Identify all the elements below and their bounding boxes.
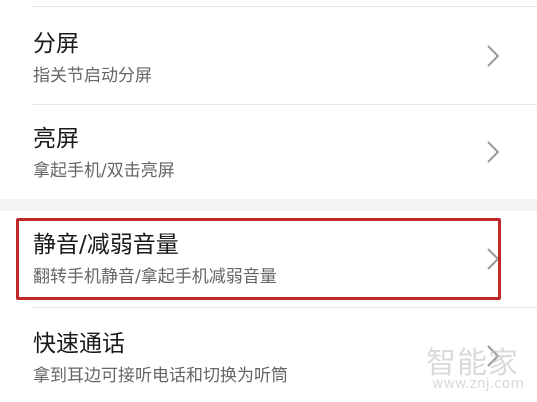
setting-item-split-screen[interactable]: 分屏 指关节启动分屏 (0, 8, 537, 104)
setting-subtitle: 拿起手机/双击亮屏 (33, 161, 175, 181)
watermark-url: www.znj.com (432, 376, 524, 392)
chevron-right-icon (487, 45, 500, 67)
watermark-logo: 智能家 www.znj.com (424, 338, 532, 398)
section-gap (0, 199, 537, 211)
setting-title: 快速通话 (33, 331, 125, 357)
setting-subtitle: 拿到耳边可接听电话和切换为听筒 (33, 366, 288, 386)
highlight-box (16, 218, 501, 300)
setting-subtitle: 指关节启动分屏 (33, 66, 152, 86)
setting-item-wake-screen[interactable]: 亮屏 拿起手机/双击亮屏 (0, 105, 537, 199)
chevron-right-icon (487, 141, 500, 163)
setting-title: 亮屏 (33, 126, 79, 152)
setting-title: 分屏 (33, 31, 79, 57)
top-divider (33, 6, 537, 7)
